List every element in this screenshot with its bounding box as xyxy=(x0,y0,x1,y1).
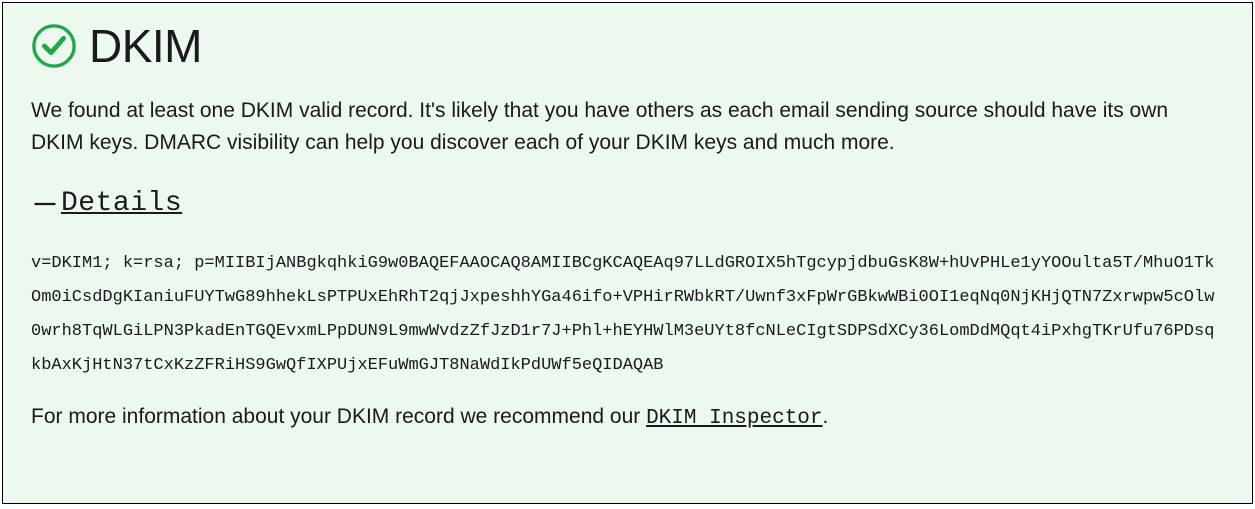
dkim-record-value: v=DKIM1; k=rsa; p=MIIBIjANBgkqhkiG9w0BAQ… xyxy=(31,247,1224,383)
dkim-inspector-link[interactable]: DKIM Inspector xyxy=(646,407,822,430)
footer-text: For more information about your DKIM rec… xyxy=(31,405,1224,430)
minus-icon xyxy=(31,190,59,218)
footer-prefix: For more information about your DKIM rec… xyxy=(31,405,646,428)
dkim-panel: DKIM We found at least one DKIM valid re… xyxy=(2,2,1253,504)
panel-title: DKIM xyxy=(89,19,202,73)
panel-description: We found at least one DKIM valid record.… xyxy=(31,95,1224,158)
footer-suffix: . xyxy=(823,405,829,428)
details-toggle[interactable]: Details xyxy=(31,188,182,219)
panel-header: DKIM xyxy=(31,19,1224,73)
check-circle-icon xyxy=(31,23,77,69)
details-toggle-label: Details xyxy=(61,188,182,219)
